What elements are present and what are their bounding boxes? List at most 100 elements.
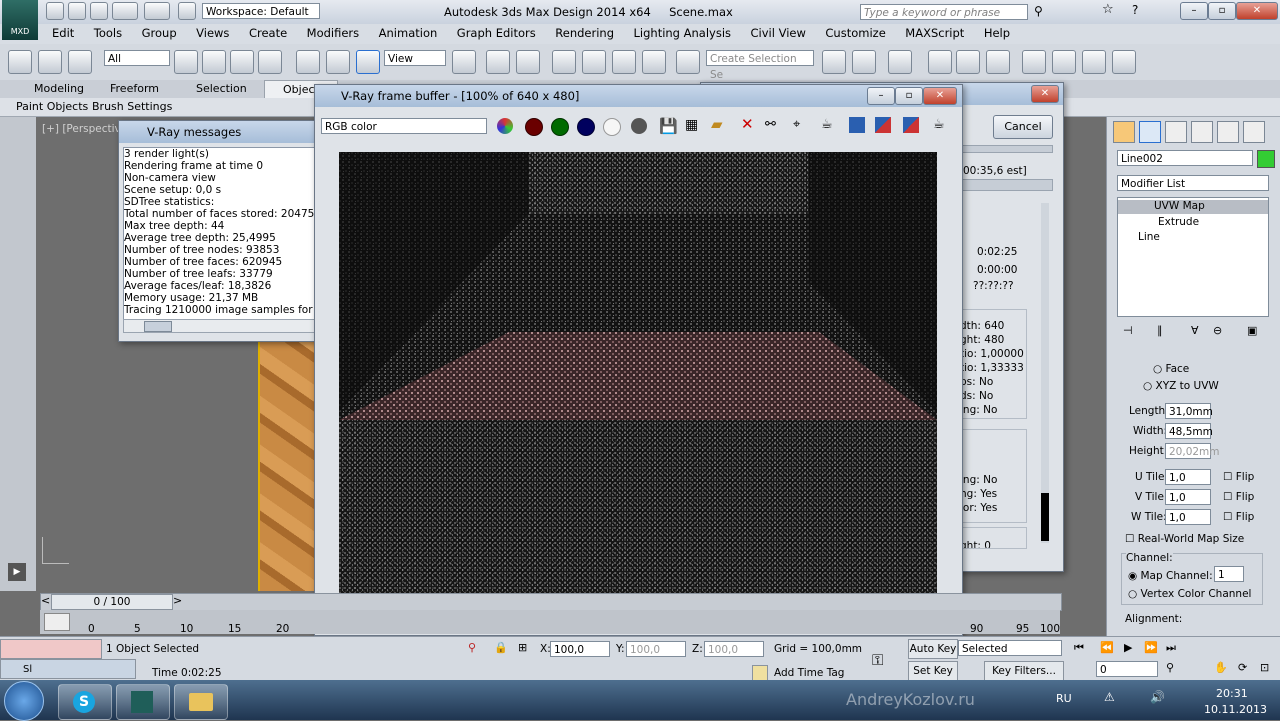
fb-close-button[interactable]: ✕: [923, 87, 957, 105]
remove-modifier-icon[interactable]: ⊖: [1213, 324, 1222, 337]
menu-maxscript[interactable]: MAXScript: [897, 24, 972, 42]
display-tab-icon[interactable]: [1217, 121, 1239, 143]
render-last-icon[interactable]: ☕: [821, 117, 833, 132]
menu-modifiers[interactable]: Modifiers: [299, 24, 368, 42]
face-radio[interactable]: ○ Face: [1153, 363, 1189, 375]
network-icon[interactable]: ⚠: [1104, 690, 1115, 704]
minimize-button[interactable]: –: [1180, 2, 1208, 20]
vray-messages-scrollbar[interactable]: [123, 319, 321, 333]
named-selection-sets-dropdown[interactable]: Create Selection Se: [706, 50, 814, 81]
menu-create[interactable]: Create: [241, 24, 295, 42]
auto-key-button[interactable]: Auto Key: [908, 639, 958, 659]
w-tile-field[interactable]: 1,0: [1165, 509, 1211, 525]
rendering-close-button[interactable]: ✕: [1031, 85, 1059, 103]
add-time-tag[interactable]: Add Time Tag: [774, 667, 844, 679]
create-tab-icon[interactable]: [1113, 121, 1135, 143]
clock-date[interactable]: 10.11.2013: [1204, 703, 1267, 716]
explorer-taskbar-button[interactable]: [174, 684, 228, 720]
zoom-icon[interactable]: ⚲: [1166, 661, 1174, 674]
select-by-name-icon[interactable]: [202, 50, 226, 74]
scale-icon[interactable]: [356, 50, 380, 74]
menu-lighting-analysis[interactable]: Lighting Analysis: [626, 24, 740, 42]
map-channel-radio[interactable]: ◉ Map Channel:: [1128, 570, 1213, 582]
link-icon[interactable]: [8, 50, 32, 74]
w-flip-checkbox[interactable]: ☐ Flip: [1223, 511, 1254, 523]
rectangular-selection-icon[interactable]: [230, 50, 254, 74]
skype-taskbar-button[interactable]: S: [58, 684, 112, 720]
minimized-window-tab[interactable]: Sl: [0, 659, 136, 679]
3dsmax-taskbar-button[interactable]: [116, 684, 170, 720]
fb-minimize-button[interactable]: –: [867, 87, 895, 105]
x-coordinate-field[interactable]: 100,0: [550, 641, 610, 657]
time-tag-icon[interactable]: [752, 665, 768, 681]
bind-space-warp-icon[interactable]: [68, 50, 92, 74]
object-color-swatch[interactable]: [1257, 150, 1275, 168]
menu-group[interactable]: Group: [134, 24, 185, 42]
help-icon[interactable]: ?: [1132, 3, 1138, 17]
make-unique-icon[interactable]: ∀: [1191, 324, 1199, 337]
menu-animation[interactable]: Animation: [371, 24, 446, 42]
ribbon-tab-modeling[interactable]: Modeling: [34, 82, 84, 95]
star-icon[interactable]: ☆: [1102, 2, 1114, 17]
length-field[interactable]: 31,0mm: [1165, 403, 1213, 419]
xyz-to-uvw-radio[interactable]: ○ XYZ to UVW: [1143, 380, 1219, 392]
track-bar[interactable]: 0 5 10 15 20 90 95 100: [40, 610, 1060, 635]
set-key-button[interactable]: Set Key: [908, 661, 958, 681]
motion-tab-icon[interactable]: [1191, 121, 1213, 143]
language-indicator[interactable]: RU: [1056, 692, 1072, 705]
menu-rendering[interactable]: Rendering: [547, 24, 622, 42]
v-tile-field[interactable]: 1,0: [1165, 489, 1211, 505]
move-icon[interactable]: [296, 50, 320, 74]
redo-icon[interactable]: [144, 2, 170, 20]
alpha-channel-icon[interactable]: [603, 118, 621, 136]
edit-named-selection-icon[interactable]: [676, 50, 700, 74]
render-image[interactable]: [339, 152, 937, 600]
render-production-icon[interactable]: [1112, 50, 1136, 74]
compare-b-icon[interactable]: [903, 117, 919, 133]
u-tile-field[interactable]: 1,0: [1165, 469, 1211, 485]
align-icon[interactable]: [852, 50, 876, 74]
goto-end-icon[interactable]: ⏭: [1166, 641, 1176, 655]
maximize-button[interactable]: ▫: [1208, 2, 1236, 20]
channel-dropdown[interactable]: RGB color: [321, 118, 487, 134]
manipulate-icon[interactable]: [486, 50, 510, 74]
show-end-result-icon[interactable]: ∥: [1157, 324, 1163, 337]
selection-filter-dropdown[interactable]: All: [104, 50, 170, 66]
mono-channel-icon[interactable]: [631, 118, 647, 134]
menu-graph-editors[interactable]: Graph Editors: [449, 24, 544, 42]
percent-snap-icon[interactable]: [612, 50, 636, 74]
menu-civil-view[interactable]: Civil View: [743, 24, 814, 42]
reference-coordinate-dropdown[interactable]: View: [384, 50, 446, 66]
modifier-list-dropdown[interactable]: Modifier List: [1117, 175, 1269, 191]
app-logo-icon[interactable]: MXD: [2, 0, 38, 40]
goto-start-icon[interactable]: ⏮: [1074, 641, 1084, 655]
current-frame-field[interactable]: 0: [1096, 661, 1158, 677]
close-button[interactable]: ✕: [1236, 2, 1278, 20]
stack-item-uvw-map[interactable]: UVW Map: [1118, 200, 1268, 214]
y-coordinate-field[interactable]: 100,0: [626, 641, 686, 657]
maxscript-listener[interactable]: [0, 639, 102, 659]
utilities-tab-icon[interactable]: [1243, 121, 1265, 143]
save-all-icon[interactable]: ▦: [685, 117, 698, 133]
set-key-mode-icon[interactable]: ⚿: [872, 651, 883, 669]
hierarchy-tab-icon[interactable]: [1165, 121, 1187, 143]
rendering-scrollbar[interactable]: [1041, 203, 1049, 543]
ribbon-tab-selection[interactable]: Selection: [196, 82, 247, 95]
unlink-icon[interactable]: [38, 50, 62, 74]
fb-maximize-button[interactable]: ▫: [895, 87, 923, 105]
key-selection-dropdown[interactable]: Selected: [958, 640, 1062, 656]
orbit-icon[interactable]: ⟳: [1238, 661, 1247, 674]
ribbon-brush-settings[interactable]: Brush Settings: [92, 100, 172, 113]
green-channel-icon[interactable]: [551, 118, 569, 136]
region-render-icon[interactable]: ⌖: [793, 117, 800, 132]
clear-image-icon[interactable]: ✕: [741, 115, 754, 133]
object-name-field[interactable]: Line002: [1117, 150, 1253, 166]
menu-views[interactable]: Views: [188, 24, 237, 42]
z-coordinate-field[interactable]: 100,0: [704, 641, 764, 657]
prev-key-icon[interactable]: ⏪: [1100, 641, 1114, 654]
menu-edit[interactable]: Edit: [44, 24, 82, 42]
layer-explorer-icon[interactable]: [888, 50, 912, 74]
new-icon[interactable]: [46, 2, 64, 20]
rgb-channels-icon[interactable]: [497, 118, 513, 134]
undo-icon[interactable]: [112, 2, 138, 20]
